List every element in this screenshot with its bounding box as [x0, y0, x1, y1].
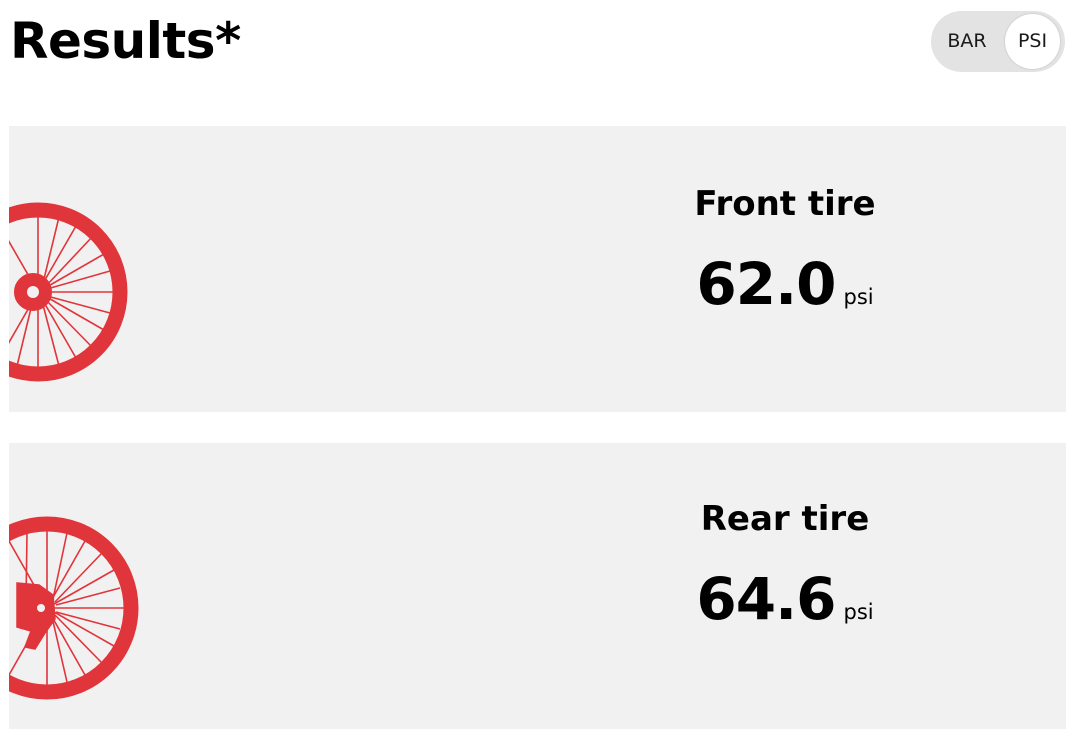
toggle-option-bar[interactable]: BAR: [931, 11, 1003, 72]
front-tire-value: 62.0: [696, 250, 836, 318]
front-tire-label: Front tire: [694, 184, 876, 224]
front-tire-unit: psi: [843, 285, 874, 309]
page-title: Results*: [10, 12, 241, 70]
rear-tire-value: 64.6: [696, 565, 836, 633]
front-tire-card: Front tire 62.0 psi: [9, 126, 1066, 412]
rear-tire-reading: 64.6 psi: [609, 567, 961, 631]
rear-tire-info: Rear tire 64.6 psi: [609, 499, 961, 631]
front-tire-reading: 62.0 psi: [609, 252, 961, 316]
rear-wheel-icon: [9, 516, 139, 700]
front-wheel-icon: [9, 202, 128, 382]
rear-tire-unit: psi: [843, 600, 874, 624]
rear-tire-label: Rear tire: [700, 499, 870, 539]
rear-tire-card: Rear tire 64.6 psi: [9, 443, 1066, 729]
unit-toggle[interactable]: BAR PSI: [931, 11, 1065, 72]
front-tire-info: Front tire 62.0 psi: [609, 184, 961, 316]
toggle-option-psi[interactable]: PSI: [1005, 11, 1060, 72]
